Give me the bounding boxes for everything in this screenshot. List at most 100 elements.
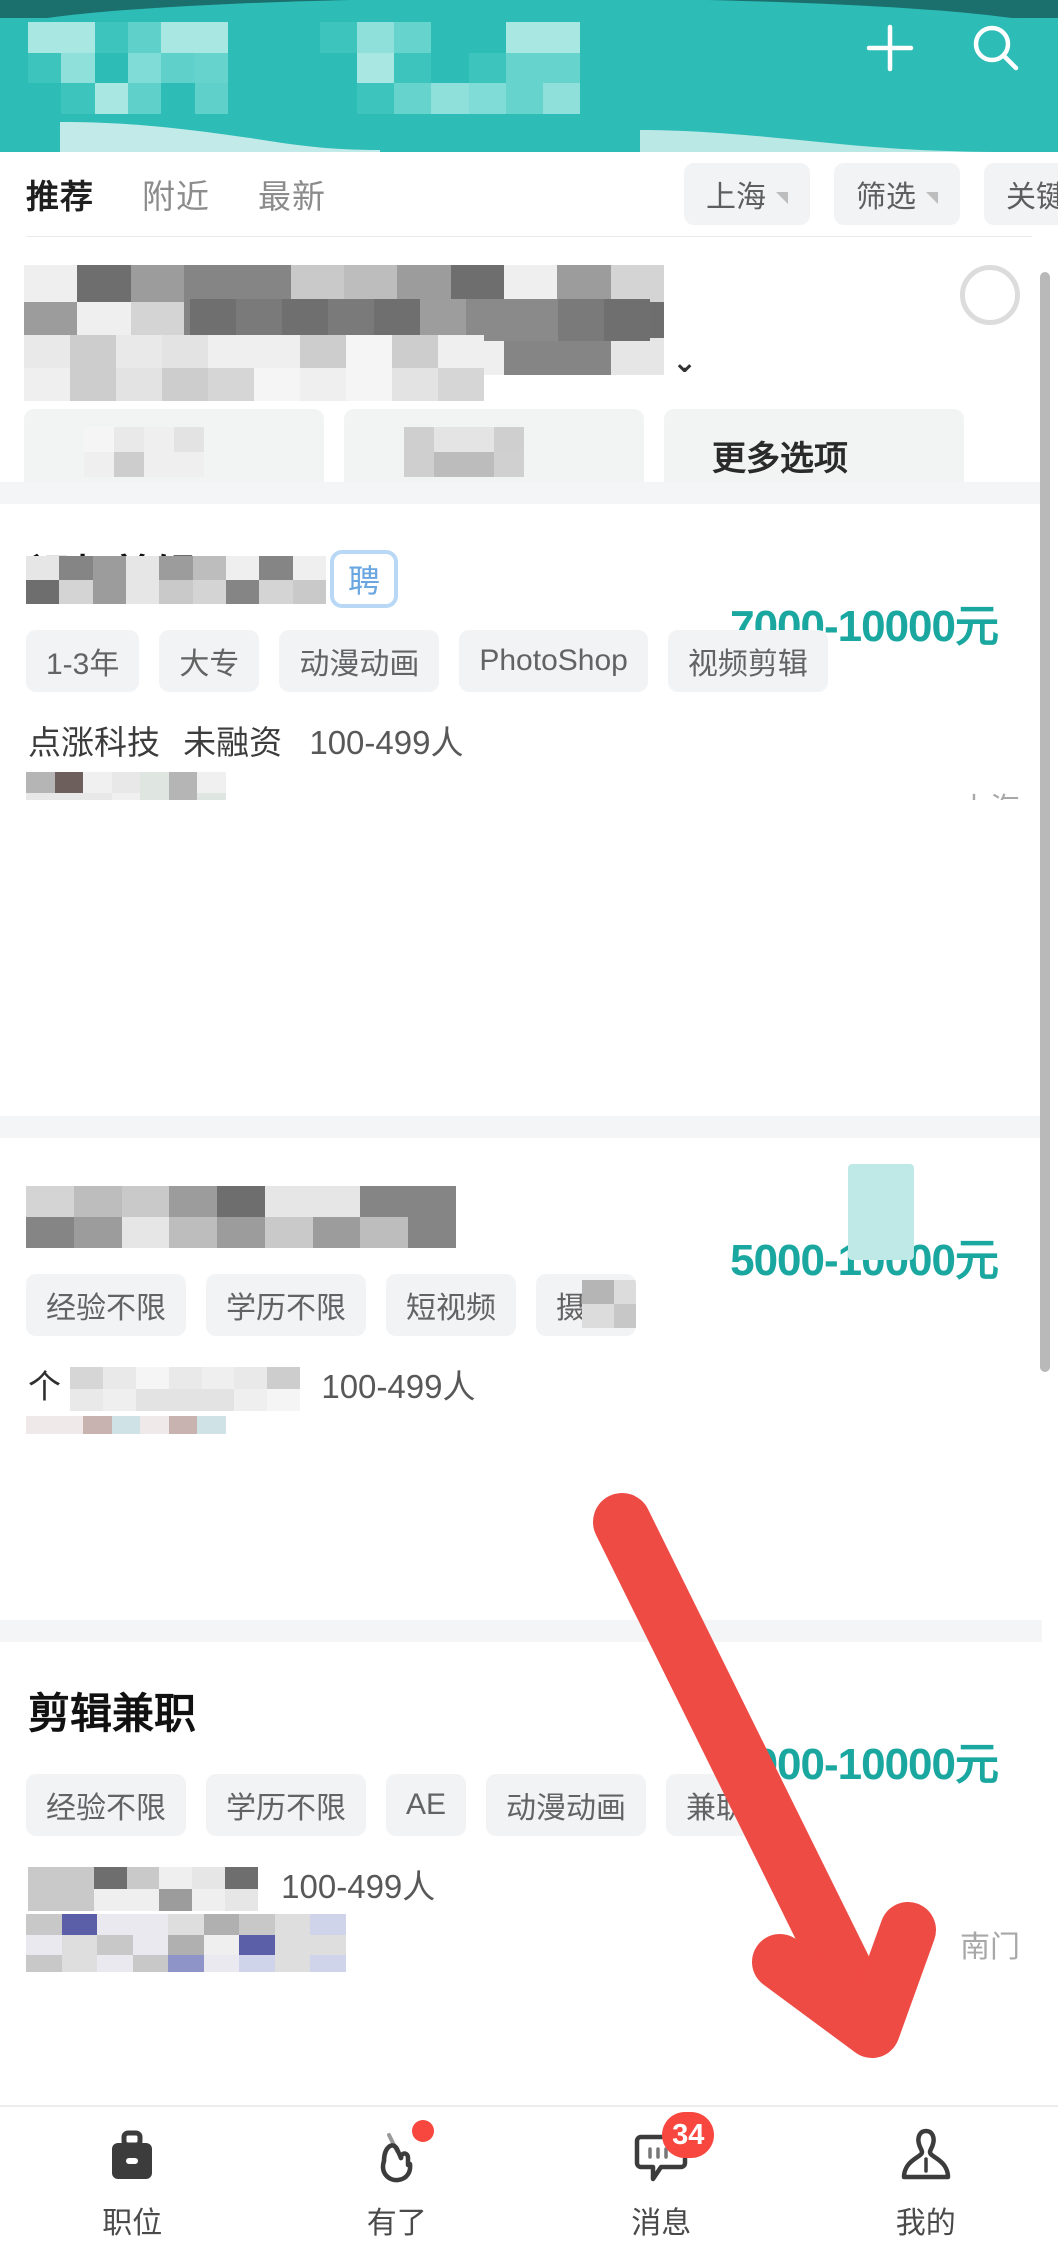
job-3-title: 剪辑兼职 — [28, 1690, 197, 1737]
job-1-size: 100-499人 — [309, 724, 464, 761]
app-header — [0, 0, 1058, 152]
job-1-recruiter-redacted — [26, 772, 226, 800]
tab-latest[interactable]: 最新 — [258, 170, 326, 218]
hand-tap-icon — [364, 2120, 434, 2188]
header-wave-decoration — [60, 122, 1010, 152]
job-3-recruiter — [26, 1914, 346, 1972]
tab-recommend[interactable]: 推荐 — [26, 170, 94, 218]
header-actions — [858, 16, 1028, 80]
nav-item-messages-label: 消息 — [631, 2207, 692, 2240]
job-3-tag-3: 动漫动画 — [486, 1774, 647, 1836]
survey-option-group: 更多选项 — [24, 409, 964, 482]
survey-close-ring-icon[interactable] — [960, 265, 1020, 325]
filter-chip-keyword[interactable]: 关键 — [984, 163, 1058, 225]
job-2-recruiter — [26, 1416, 226, 1434]
job-2-tag-2: 短视频 — [386, 1274, 516, 1336]
job-3-salary: 6000-10000元 — [730, 1740, 999, 1789]
chat-bubble-icon: 34 — [628, 2112, 715, 2188]
survey-option-2-redacted — [404, 427, 524, 477]
survey-card[interactable]: 请问你并 邻三关型的家 ⌄ 更多选项 — [0, 237, 1042, 482]
job-3-tag-4: 兼职 — [666, 1774, 767, 1836]
job-2-company-glyph: 个 — [28, 1368, 61, 1405]
tab-nearby[interactable]: 附近 — [142, 170, 210, 218]
nav-item-jobs[interactable]: 职位 — [0, 2107, 265, 2257]
nav-item-liked-dot-badge — [411, 2120, 434, 2142]
job-2-tag-0: 经验不限 — [26, 1274, 186, 1336]
job-1-tag-group: 1-3年 大专 动漫动画 PhotoShop 视频剪辑 — [26, 630, 828, 692]
filter-chip-city[interactable]: 上海 — [684, 163, 810, 225]
section-gap-1 — [0, 482, 1042, 504]
job-3-size: 100-499人 — [281, 1868, 436, 1905]
filter-chip-city-label: 上海 — [706, 181, 766, 214]
search-icon[interactable] — [964, 16, 1028, 80]
bottom-navigation: 职位 有了 34 消息 我的 — [0, 2105, 1058, 2257]
job-card-3[interactable]: 剪辑兼职 6000-10000元 经验不限 学历不限 AE 动漫动画 兼职 10… — [0, 1642, 1042, 1972]
tab-group: 推荐 附近 最新 — [0, 170, 326, 218]
job-2-size: 100-499人 — [321, 1368, 476, 1405]
nav-item-liked[interactable]: 有了 — [265, 2107, 530, 2257]
job-1-tag-0: 1-3年 — [26, 630, 140, 692]
survey-subtext-redacted — [24, 335, 484, 401]
job-1-location: 上海 — [960, 784, 1020, 800]
header-title-redacted — [320, 22, 580, 114]
job-2-company-redacted — [70, 1367, 301, 1412]
nav-item-messages-badge: 34 — [662, 2112, 715, 2158]
nav-item-profile-label: 我的 — [895, 2207, 956, 2240]
job-3-tag-1: 学历不限 — [206, 1774, 366, 1836]
job-3-company-row: 100-499人 — [28, 1860, 436, 1912]
job-2-company-row: 个 100-499人 — [28, 1360, 476, 1412]
search-icon-svg — [973, 25, 1019, 71]
job-1-company-row: 点涨科技 未融资 100-499人 — [28, 716, 463, 764]
survey-option-1[interactable] — [24, 409, 324, 482]
nav-item-profile[interactable]: 我的 — [794, 2107, 1058, 2257]
person-icon — [893, 2122, 959, 2188]
vertical-scrollbar[interactable] — [1040, 272, 1050, 1372]
job-3-tag-2: AE — [386, 1774, 467, 1836]
section-gap-3 — [0, 1620, 1042, 1642]
filter-chip-group: 上海 筛选 关键 — [684, 163, 1058, 225]
survey-option-more-label: 更多选项 — [712, 440, 848, 478]
filter-chip-filter[interactable]: 筛选 — [834, 163, 960, 225]
app-root: 推荐 附近 最新 上海 筛选 关键 请问你并 邻三关型的家 ⌄ — [0, 0, 1058, 2257]
job-card-2[interactable]: 5000-10000元 经验不限 学历不限 短视频 摄影 个 100-499人 … — [0, 1138, 1042, 1434]
job-2-salary-mask — [848, 1164, 914, 1260]
plus-icon[interactable] — [858, 16, 922, 80]
tab-filter-bar: 推荐 附近 最新 上海 筛选 关键 — [0, 152, 1058, 236]
job-2-title-redacted — [26, 1186, 456, 1248]
job-2-recruiter-redacted — [26, 1416, 226, 1434]
job-3-location: 南门 — [960, 1931, 1020, 1964]
chevron-down-icon — [776, 192, 788, 204]
section-gap-2 — [0, 1116, 1042, 1138]
job-card-1[interactable]: 视频剪辑 7000-10000元 聘 1-3年 大专 动漫动画 PhotoSho… — [0, 504, 1042, 800]
job-1-tag-1: 大专 — [159, 630, 260, 692]
chevron-down-icon — [926, 192, 938, 204]
job-1-hiring-badge: 聘 — [330, 550, 398, 608]
job-1-funding: 未融资 — [183, 724, 283, 761]
survey-option-2[interactable] — [344, 409, 644, 482]
job-1-tag-3: PhotoShop — [459, 630, 648, 692]
job-3-tag-0: 经验不限 — [26, 1774, 186, 1836]
job-2-location: 静安区 静安寺 — [832, 1428, 1020, 1434]
job-1-title-redacted — [26, 556, 326, 604]
job-2-tag-1: 学历不限 — [206, 1274, 366, 1336]
plus-icon-svg — [866, 24, 914, 72]
job-2-tag-3: 摄影 — [536, 1274, 636, 1336]
job-1-tag-2: 动漫动画 — [279, 630, 440, 692]
filter-chip-keyword-label: 关键 — [1006, 181, 1058, 214]
job-2-tag-group: 经验不限 学历不限 短视频 摄影 — [26, 1274, 636, 1336]
job-3-tag-group: 经验不限 学历不限 AE 动漫动画 兼职 — [26, 1774, 767, 1836]
job-1-tag-4: 视频剪辑 — [667, 630, 828, 692]
survey-mark-glyph: ⌄ — [672, 346, 698, 379]
filter-chip-filter-label: 筛选 — [856, 181, 916, 214]
nav-item-liked-label: 有了 — [366, 2207, 427, 2240]
job-3-company-redacted — [28, 1867, 258, 1912]
survey-option-more[interactable]: 更多选项 — [664, 409, 964, 482]
header-logo-redacted — [28, 22, 228, 114]
briefcase-icon — [99, 2122, 165, 2188]
survey-option-1-redacted — [84, 427, 204, 477]
job-2-tag-3-redacted — [582, 1280, 636, 1328]
nav-item-messages[interactable]: 34 消息 — [529, 2107, 794, 2257]
job-1-recruiter — [26, 772, 226, 800]
job-3-header-row: 剪辑兼职 6000-10000元 — [28, 1686, 1020, 1789]
job-1-company-name: 点涨科技 — [28, 724, 160, 761]
